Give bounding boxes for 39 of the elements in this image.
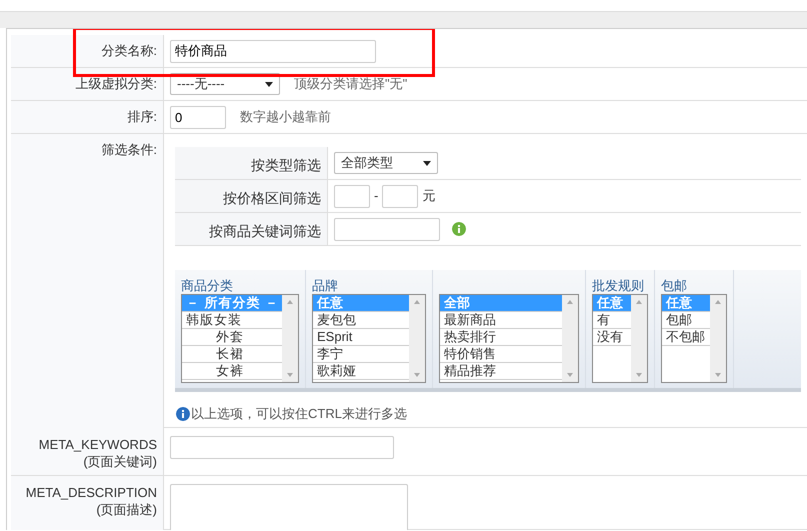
- list-title: 品牌: [312, 278, 338, 293]
- field-sublabel: (页面描述): [95, 501, 157, 518]
- hint-text: 顶级分类请选择"无": [294, 75, 408, 94]
- field-label: 排序:: [127, 109, 157, 124]
- scrollbar[interactable]: [562, 295, 578, 382]
- filter-label: 按类型筛选: [251, 157, 321, 173]
- scrollbar[interactable]: [282, 295, 298, 382]
- price-min-input[interactable]: [334, 184, 370, 208]
- filter-label: 按价格区间筛选: [223, 190, 321, 206]
- type-select[interactable]: 全部类型: [334, 152, 438, 174]
- price-max-input[interactable]: [382, 184, 418, 208]
- scrollbar[interactable]: [631, 295, 647, 382]
- list-title: 商品分类: [181, 278, 233, 293]
- list-title: 批发规则: [592, 278, 644, 293]
- sort-input[interactable]: 0: [170, 106, 226, 128]
- list-box[interactable]: 任意 麦包包 ESprit 李宁 歌莉娅: [312, 294, 426, 383]
- scrollbar[interactable]: [710, 295, 726, 382]
- field-sublabel: (页面关键词): [82, 453, 157, 470]
- keyword-input[interactable]: [334, 218, 440, 240]
- info-icon: [452, 222, 466, 236]
- list-title: 包邮: [661, 278, 687, 293]
- note-text: 以上选项，可以按住CTRL来进行多选: [191, 405, 407, 423]
- keywords-input[interactable]: [170, 436, 394, 459]
- list-box[interactable]: － 所有分类 － 韩版女装 外套 长裙 女裤: [181, 294, 299, 383]
- unit-text: 元: [422, 187, 436, 206]
- field-label: 筛选条件:: [101, 142, 157, 157]
- field-label: 分类名称:: [101, 43, 157, 58]
- list-box[interactable]: 任意 包邮 不包邮: [661, 294, 727, 383]
- name-input[interactable]: 特价商品: [170, 40, 376, 62]
- list-box[interactable]: 全部 最新商品 热卖排行 特价销售 精品推荐: [439, 294, 579, 383]
- filter-label: 按商品关键词筛选: [209, 223, 321, 239]
- field-label: META_KEYWORDS: [38, 436, 157, 453]
- hint-text: 数字越小越靠前: [240, 108, 331, 126]
- field-label: META_DESCRIPTION: [24, 484, 157, 501]
- separator-text: -: [374, 187, 378, 206]
- list-box[interactable]: 任意 有 没有: [592, 294, 648, 383]
- info-icon: [176, 406, 190, 421]
- scrollbar[interactable]: [409, 295, 425, 382]
- field-label: 上级虚拟分类:: [75, 76, 157, 91]
